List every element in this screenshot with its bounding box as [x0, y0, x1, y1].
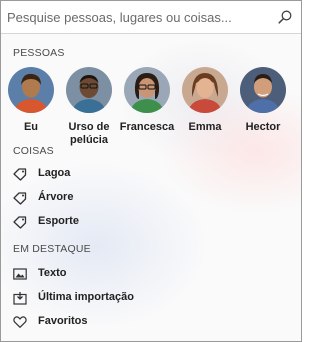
person-name: Hector: [245, 121, 281, 133]
person-emma[interactable]: Emma: [177, 67, 233, 134]
search-flyout: PESSOAS Eu Urso de pelúcia: [0, 0, 302, 342]
thing-item-esporte[interactable]: Esporte: [13, 213, 283, 233]
avatar: [240, 67, 286, 113]
tag-icon: [13, 215, 27, 229]
avatar: [124, 67, 170, 113]
people-list: Eu Urso de pelúcia Francesca Emma Hector: [1, 67, 301, 147]
person-francesca[interactable]: Francesca: [119, 67, 175, 134]
featured-label: Texto: [38, 267, 67, 279]
thing-label: Esporte: [38, 215, 79, 227]
search-icon[interactable]: [277, 9, 293, 25]
featured-item-ultima-importacao[interactable]: Última importação: [13, 289, 283, 309]
featured-label: Favoritos: [38, 315, 88, 327]
avatar: [182, 67, 228, 113]
things-section-title: COISAS: [13, 145, 54, 157]
search-input[interactable]: [7, 7, 269, 27]
person-name: Eu: [23, 121, 39, 133]
import-icon: [13, 291, 27, 305]
thing-label: Lagoa: [38, 167, 71, 179]
search-bar: [1, 1, 301, 34]
people-section-title: PESSOAS: [13, 47, 65, 59]
image-text-icon: [13, 267, 27, 281]
person-name: Francesca: [119, 121, 175, 133]
heart-icon: [13, 315, 27, 329]
person-name: Emma: [188, 121, 222, 133]
featured-item-texto[interactable]: Texto: [13, 265, 283, 285]
person-name: Urso de pelúcia: [68, 121, 110, 146]
avatar: [8, 67, 54, 113]
tag-icon: [13, 191, 27, 205]
featured-section-title: EM DESTAQUE: [13, 243, 91, 255]
featured-item-favoritos[interactable]: Favoritos: [13, 313, 283, 333]
thing-item-lagoa[interactable]: Lagoa: [13, 165, 283, 185]
person-urso-de-pelucia[interactable]: Urso de pelúcia: [61, 67, 117, 147]
thing-label: Árvore: [38, 191, 74, 203]
thing-item-arvore[interactable]: Árvore: [13, 189, 283, 209]
person-eu[interactable]: Eu: [3, 67, 59, 134]
person-hector[interactable]: Hector: [235, 67, 291, 134]
tag-icon: [13, 167, 27, 181]
featured-label: Última importação: [38, 291, 134, 303]
avatar: [66, 67, 112, 113]
